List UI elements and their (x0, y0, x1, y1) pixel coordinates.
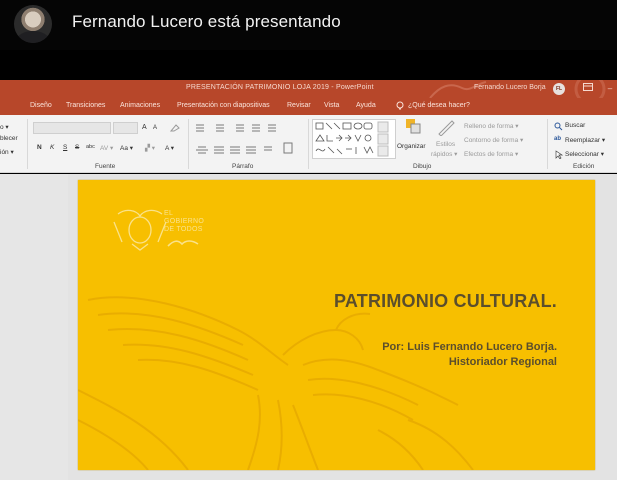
outline-shape-button[interactable]: Contorno de forma ▾ (464, 136, 523, 144)
font-size-select[interactable] (113, 122, 138, 134)
screen: Fernando Lucero está presentando PRESENT… (0, 0, 617, 480)
slide-title: PATRIMONIO CULTURAL. (334, 291, 557, 311)
slide-role: Historiador Regional (448, 356, 557, 368)
tab-animaciones[interactable]: Animaciones (120, 102, 160, 109)
gov-logo-swoosh-icon (167, 240, 199, 247)
paragraph-tools-icons[interactable] (194, 121, 304, 161)
estilos-button[interactable]: Estilos (436, 141, 455, 148)
char-spacing-button[interactable]: AV ▾ (100, 144, 113, 152)
replace-icon[interactable]: ab (554, 136, 561, 142)
ribbon-display-icon[interactable] (581, 82, 595, 96)
ppt-titlebar: PRESENTACIÓN PATRIMONIO LOJA 2019 - Powe… (0, 80, 617, 98)
user-avatar[interactable]: FL (553, 83, 565, 95)
highlight-icon[interactable]: ▞ ▾ (145, 144, 155, 152)
arrange-icon[interactable] (405, 118, 421, 134)
ribbon-separator (547, 119, 548, 169)
minimize-icon[interactable]: – (603, 82, 617, 96)
group-label-edicion: Edición (573, 163, 595, 170)
presenter-avatar (14, 5, 52, 43)
estilos-rapidos-label[interactable]: rápidos ▾ (431, 150, 457, 158)
ecuador-shield-icon (113, 209, 167, 251)
group-label-dibujo: Dibujo (413, 163, 432, 170)
slide-author: Por: Luis Fernando Lucero Borja. (382, 341, 557, 353)
grow-font-button[interactable]: A (142, 124, 147, 131)
lightbulb-icon[interactable] (396, 101, 404, 111)
ribbon-display-glyph (583, 83, 593, 91)
clear-format-icon[interactable] (170, 124, 180, 132)
video-gap (0, 50, 617, 80)
tell-me-search[interactable]: ¿Qué desea hacer? (408, 102, 470, 109)
ribbon-separator (27, 119, 28, 169)
seleccionar-button[interactable]: Seleccionar ▾ (565, 150, 604, 158)
clipboard-cut-item-1[interactable]: o ▾ (0, 123, 9, 131)
group-label-fuente: Fuente (95, 163, 116, 170)
tab-presentacion[interactable]: Presentación con diapositivas (177, 102, 270, 109)
buscar-button[interactable]: Buscar (565, 122, 585, 129)
tab-vista[interactable]: Vista (324, 102, 339, 109)
font-color-button[interactable]: A ▾ (165, 144, 174, 152)
change-case-button[interactable]: Aa ▾ (120, 144, 133, 152)
presenter-status-text: Fernando Lucero está presentando (72, 12, 341, 31)
underline-button[interactable]: S (63, 144, 67, 151)
user-name[interactable]: Fernando Lucero Borja (474, 84, 546, 91)
bold-button[interactable]: N (37, 144, 42, 151)
cursor-select-icon[interactable] (555, 150, 563, 159)
fill-shape-button[interactable]: Relleno de forma ▾ (464, 122, 519, 130)
tab-revisar[interactable]: Revisar (287, 102, 311, 109)
organizar-button[interactable]: Organizar (397, 143, 426, 150)
shrink-font-button[interactable]: A (153, 125, 157, 131)
font-family-select[interactable] (33, 122, 111, 134)
clipboard-cut-item-2[interactable]: blecer (0, 135, 18, 142)
window-title: PRESENTACIÓN PATRIMONIO LOJA 2019 - Powe… (186, 84, 374, 91)
reemplazar-button[interactable]: Reemplazar ▾ (565, 136, 605, 144)
tab-diseno[interactable]: Diseño (30, 102, 52, 109)
slide-canvas[interactable]: EL GOBIERNO DE TODOS PATRIMONIO CULTURAL… (78, 180, 595, 470)
clipboard-cut-item-3[interactable]: ión ▾ (0, 148, 14, 156)
gov-logo-text: EL GOBIERNO DE TODOS (164, 210, 205, 233)
group-label-parrafo: Párrafo (232, 163, 254, 170)
shapes-gallery[interactable] (312, 119, 396, 159)
tab-transiciones[interactable]: Transiciones (66, 102, 105, 109)
italic-button[interactable]: K (50, 144, 54, 151)
strikethrough-button[interactable]: S (75, 144, 79, 151)
quick-styles-icon[interactable] (437, 118, 455, 136)
ribbon-separator (308, 119, 309, 169)
search-icon[interactable] (554, 122, 563, 131)
presenter-bar: Fernando Lucero está presentando (0, 0, 617, 50)
avatar-shoulders (17, 31, 49, 43)
ribbon-tabs: Diseño Transiciones Animaciones Presenta… (0, 98, 617, 115)
shadow-button[interactable]: abc (86, 144, 95, 150)
thumbnail-pane[interactable] (0, 174, 68, 480)
shape-effects-button[interactable]: Efectos de forma ▾ (464, 150, 518, 158)
ribbon: o ▾ blecer ión ▾ A A N K S S abc AV ▾ Aa… (0, 115, 617, 173)
tab-ayuda[interactable]: Ayuda (356, 102, 376, 109)
ribbon-separator (188, 119, 189, 169)
